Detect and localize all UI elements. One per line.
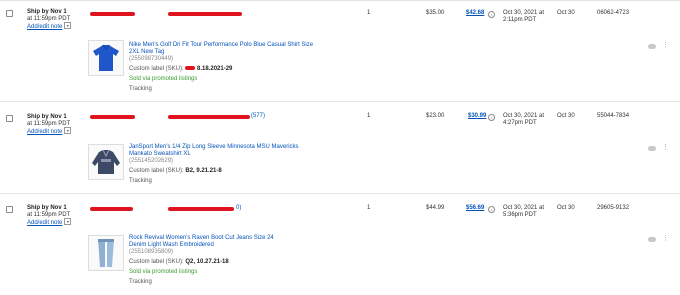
date-paid: Oct 30 — [557, 205, 575, 211]
item-thumbnail[interactable] — [88, 40, 124, 76]
tracking-label: Tracking — [129, 178, 152, 184]
ship-by-date: Ship by Nov 1 — [27, 9, 67, 15]
add-edit-note-link[interactable]: Add/edit note — [27, 220, 62, 226]
custom-label: Custom label (SKU): B2, 9.21.21-8 — [129, 168, 299, 175]
date-sold-date: Oct 30, 2021 at — [503, 205, 545, 211]
redacted-buyer-id — [168, 207, 234, 211]
date-paid: Oct 30 — [557, 10, 575, 16]
item-details: Nike Men's Golf Dri Fit Tour Performance… — [129, 42, 314, 93]
quantity: 1 — [367, 205, 371, 211]
item-title-link[interactable]: JanSport Men's 1/4 Zip Long Sleeve Minne… — [129, 144, 299, 158]
date-sold-time: 2:11pm PDT — [503, 17, 537, 23]
sold-price: $35.00 — [426, 10, 445, 16]
ship-by-block: Ship by Nov 1 at 11:59pm PDT Add/edit no… — [27, 114, 72, 136]
message-icon[interactable] — [648, 44, 656, 49]
note-dropdown-icon[interactable]: ▾ — [64, 218, 72, 225]
date-paid: Oct 30 — [557, 113, 575, 119]
navy-sweatshirt-image — [92, 149, 120, 174]
date-sold: Oct 30, 2021 at 5:36pm PDT — [503, 205, 544, 219]
promoted-listing-note: Sold via promoted listings — [129, 269, 198, 275]
order-number: 06062-4723 — [597, 10, 630, 16]
promoted-listing-note: Sold via promoted listings — [129, 76, 198, 82]
custom-label-prefix: Custom label (SKU): — [129, 66, 184, 72]
tracking-label: Tracking — [129, 279, 152, 285]
redacted-buyer-name — [90, 115, 135, 119]
order-number: 29605-9132 — [597, 205, 630, 211]
note-dropdown-icon[interactable]: ▾ — [64, 22, 72, 29]
ship-by-block: Ship by Nov 1 at 11:59pm PDT Add/edit no… — [27, 205, 72, 227]
info-icon[interactable]: i — [488, 114, 495, 121]
date-sold: Oct 30, 2021 at 2:11pm PDT — [503, 10, 544, 24]
sold-price: $44.99 — [426, 205, 445, 211]
item-id: (255108935809) — [129, 249, 174, 255]
add-edit-note-link[interactable]: Add/edit note — [27, 24, 62, 30]
item-title-link[interactable]: Rock Revival Women's Raven Boot Cut Jean… — [129, 235, 289, 249]
redacted-buyer-name — [90, 207, 133, 211]
order-row: Ship by Nov 1 at 11:59pm PDT Add/edit no… — [0, 101, 680, 193]
custom-label: Custom label (SKU): Q2, 10.27.21-18 — [129, 259, 289, 266]
item-thumbnail[interactable] — [88, 235, 124, 271]
order-number: 55044-7834 — [597, 113, 630, 119]
more-actions-icon[interactable]: ⋮ — [662, 144, 669, 151]
order-total-link[interactable]: $30.99 — [468, 113, 486, 119]
item-title-link[interactable]: Nike Men's Golf Dri Fit Tour Performance… — [129, 42, 314, 56]
quantity: 1 — [367, 113, 371, 119]
message-icon[interactable] — [648, 237, 656, 242]
item-id: (255145202629) — [129, 158, 174, 164]
more-actions-icon[interactable]: ⋮ — [662, 42, 669, 49]
ship-by-block: Ship by Nov 1 at 11:59pm PDT Add/edit no… — [27, 9, 72, 31]
ship-by-date: Ship by Nov 1 — [27, 114, 67, 120]
custom-label-value: B2, 9.21.21-8 — [185, 168, 222, 174]
custom-label-prefix: Custom label (SKU): — [129, 259, 184, 265]
date-sold: Oct 30, 2021 at 4:27pm PDT — [503, 113, 544, 127]
more-actions-icon[interactable]: ⋮ — [662, 235, 669, 242]
buyer-feedback-score[interactable]: 0) — [236, 205, 241, 211]
order-row: Ship by Nov 1 at 11:59pm PDT Add/edit no… — [0, 0, 680, 101]
message-icon[interactable] — [648, 146, 656, 151]
date-sold-date: Oct 30, 2021 at — [503, 10, 545, 16]
date-sold-date: Oct 30, 2021 at — [503, 113, 545, 119]
date-sold-time: 4:27pm PDT — [503, 120, 537, 126]
date-sold-time: 5:36pm PDT — [503, 212, 537, 218]
item-details: Rock Revival Women's Raven Boot Cut Jean… — [129, 235, 289, 286]
item-details: JanSport Men's 1/4 Zip Long Sleeve Minne… — [129, 144, 299, 185]
buyer-feedback-score[interactable]: (577) — [251, 113, 265, 119]
select-checkbox[interactable] — [6, 10, 13, 17]
select-checkbox[interactable] — [6, 115, 13, 122]
sold-price: $23.00 — [426, 113, 445, 119]
custom-label-prefix: Custom label (SKU): — [129, 168, 184, 174]
order-row: Ship by Nov 1 at 11:59pm PDT Add/edit no… — [0, 193, 680, 295]
custom-label-value: 8.18.2021-29 — [197, 66, 233, 72]
item-id: (255098730449) — [129, 56, 174, 62]
tracking-label: Tracking — [129, 86, 152, 92]
redacted-buyer-name — [90, 12, 135, 16]
redacted-buyer-id — [168, 12, 242, 16]
info-icon[interactable]: i — [488, 11, 495, 18]
order-total-link[interactable]: $56.69 — [466, 205, 484, 211]
redacted-sku-part — [185, 66, 196, 71]
blue-polo-shirt-image — [93, 44, 119, 71]
custom-label: Custom label (SKU): 8.18.2021-29 — [129, 66, 314, 73]
order-total-link[interactable]: $42.68 — [466, 10, 484, 16]
redacted-buyer-id — [168, 115, 250, 119]
custom-label-value: Q2, 10.27.21-18 — [185, 259, 229, 265]
item-thumbnail[interactable] — [88, 144, 124, 180]
info-icon[interactable]: i — [488, 206, 495, 213]
light-wash-jeans-image — [98, 239, 114, 267]
quantity: 1 — [367, 10, 371, 16]
select-checkbox[interactable] — [6, 206, 13, 213]
ship-by-date: Ship by Nov 1 — [27, 205, 67, 211]
add-edit-note-link[interactable]: Add/edit note — [27, 129, 62, 135]
note-dropdown-icon[interactable]: ▾ — [64, 127, 72, 134]
